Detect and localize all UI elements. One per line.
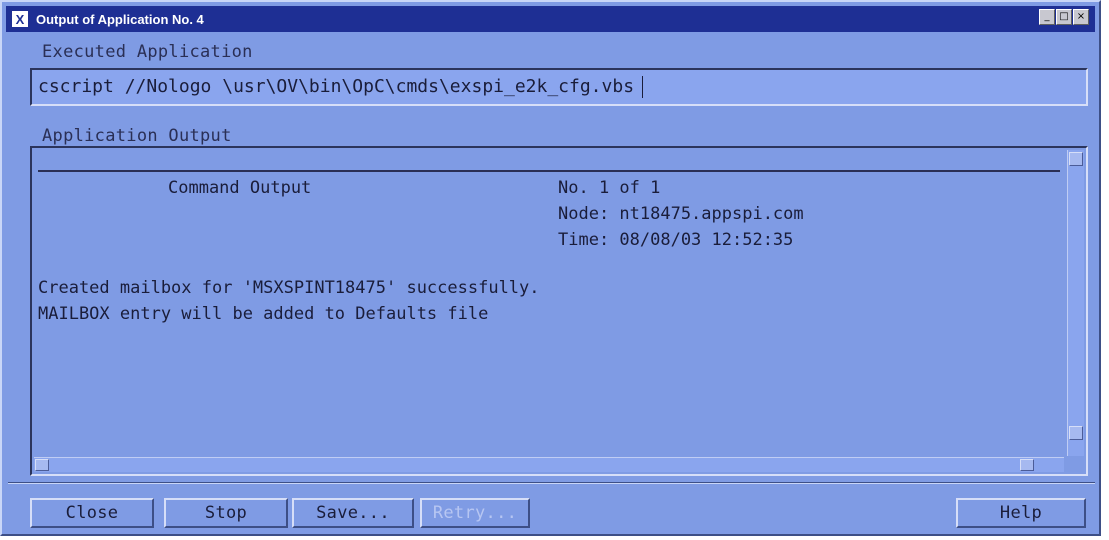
executed-application-field[interactable]: cscript //Nologo \usr\OV\bin\OpC\cmds\ex… [30, 68, 1088, 106]
button-separator [8, 482, 1095, 484]
title-bar[interactable]: X Output of Application No. 4 _ □ × [6, 6, 1095, 32]
output-counter: No. 1 of 1 [558, 178, 661, 198]
application-output-panel[interactable]: Command Output No. 1 of 1 Node: nt18475.… [30, 146, 1088, 476]
help-button[interactable]: Help [956, 498, 1086, 528]
scroll-up-arrow-icon[interactable] [1069, 152, 1083, 166]
stop-button[interactable]: Stop [164, 498, 288, 528]
maximize-icon[interactable]: □ [1056, 9, 1072, 25]
close-button[interactable]: Close [30, 498, 154, 528]
executed-application-label: Executed Application [42, 42, 253, 62]
output-header-title: Command Output [168, 178, 312, 198]
window-title: Output of Application No. 4 [36, 11, 204, 27]
application-output-window: X Output of Application No. 4 _ □ × Exec… [0, 0, 1101, 536]
scroll-right-arrow-icon[interactable] [1020, 459, 1034, 471]
horizontal-scrollbar[interactable] [34, 457, 1064, 472]
output-text-area[interactable]: Command Output No. 1 of 1 Node: nt18475.… [38, 170, 1060, 460]
window-controls: _ □ × [1039, 9, 1089, 25]
application-output-label: Application Output [42, 126, 232, 146]
save-button[interactable]: Save... [292, 498, 414, 528]
minimize-icon[interactable]: _ [1039, 9, 1055, 25]
x-window-icon[interactable]: X [12, 11, 28, 27]
output-line: MAILBOX entry will be added to Defaults … [38, 304, 489, 324]
output-time: Time: 08/08/03 12:52:35 [558, 230, 794, 250]
retry-button: Retry... [420, 498, 530, 528]
output-header-divider [38, 170, 1060, 172]
close-icon[interactable]: × [1073, 9, 1089, 25]
output-node: Node: nt18475.appspi.com [558, 204, 804, 224]
text-cursor [642, 76, 644, 98]
scroll-left-arrow-icon[interactable] [35, 459, 49, 471]
executed-application-value: cscript //Nologo \usr\OV\bin\OpC\cmds\ex… [38, 76, 635, 97]
vertical-scrollbar[interactable] [1067, 150, 1084, 456]
scroll-down-arrow-icon[interactable] [1069, 426, 1083, 440]
output-line: Created mailbox for 'MSXSPINT18475' succ… [38, 278, 540, 298]
